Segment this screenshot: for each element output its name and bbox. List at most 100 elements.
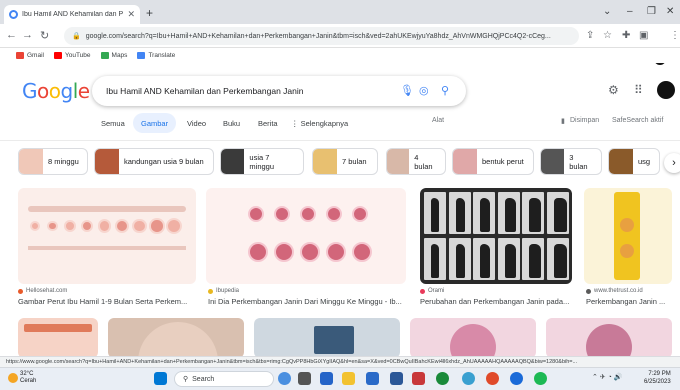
word-icon[interactable]	[390, 372, 403, 385]
store-icon[interactable]	[366, 372, 379, 385]
search-icon: ⚲	[183, 376, 189, 383]
tab-search-icon[interactable]: ⌄	[603, 6, 611, 17]
chip-3-bulan[interactable]: 3 bulan	[540, 148, 602, 175]
address-bar[interactable]: 🔒 google.com/search?q=Ibu+Hamil+AND+Keha…	[64, 27, 579, 45]
chip-usia-7-minggu[interactable]: usia 7 minggu	[220, 148, 304, 175]
result-image-7[interactable]	[254, 318, 400, 358]
result-source-3[interactable]: Orami	[420, 288, 444, 294]
tab-gambar[interactable]: Gambar	[133, 113, 177, 133]
task-view-icon[interactable]	[298, 372, 311, 385]
result-title-3[interactable]: Perubahan dan Perkembangan Janin pada...	[420, 297, 572, 306]
share-icon[interactable]: ⇪	[586, 30, 594, 41]
weather-sun-icon[interactable]	[8, 373, 18, 383]
file-explorer-icon[interactable]	[342, 372, 355, 385]
chip-4-bulan[interactable]: 4 bulan	[386, 148, 446, 175]
minimize-button[interactable]: –	[627, 6, 633, 17]
extensions-icon[interactable]: ✚	[622, 30, 630, 41]
weather-widget[interactable]: 32°C Cerah	[20, 371, 36, 385]
taskbar-clock[interactable]: 7:29 PM 6/25/2023	[644, 370, 671, 386]
tab-more[interactable]: ⋮ Selengkapnya	[283, 113, 356, 133]
chip-8-minggu[interactable]: 8 minggu	[18, 148, 88, 175]
result-image-1[interactable]	[18, 188, 196, 284]
result-source-4[interactable]: www.thetrust.co.id	[586, 288, 643, 294]
menu-kebab-icon[interactable]: ⋮	[670, 30, 680, 41]
result-image-3[interactable]	[420, 188, 572, 284]
result-image-9[interactable]	[546, 318, 672, 358]
result-title-4[interactable]: Perkembangan Janin ...	[586, 297, 676, 306]
search-icon[interactable]: ⚲	[441, 84, 449, 97]
result-title-1[interactable]: Gambar Perut Ibu Hamil 1-9 Bulan Serta P…	[18, 297, 196, 306]
result-image-2[interactable]	[206, 188, 406, 284]
bookmark-label: Gmail	[27, 52, 44, 59]
youtube-icon	[53, 52, 62, 59]
saved-link[interactable]: Disimpan	[570, 117, 599, 124]
chip-thumbnail	[609, 149, 633, 174]
bookmark-translate[interactable]: Translate	[137, 52, 175, 59]
maximize-button[interactable]: ❐	[647, 6, 656, 17]
chip-usg[interactable]: usg	[608, 148, 660, 175]
source-favicon-icon	[420, 288, 425, 294]
app-icon[interactable]	[412, 372, 425, 385]
result-source-2[interactable]: Ibupedia	[208, 288, 239, 294]
lens-icon[interactable]: ◎	[419, 84, 429, 97]
tab-berita[interactable]: Berita	[250, 113, 286, 133]
chip-thumbnail	[453, 149, 477, 174]
spotify-icon[interactable]	[534, 372, 547, 385]
result-title-2[interactable]: Ini Dia Perkembangan Janin Dari Minggu K…	[208, 297, 408, 306]
fetus-illustration	[64, 220, 76, 232]
avatar[interactable]	[657, 81, 675, 99]
back-icon[interactable]: ←	[6, 29, 17, 41]
result-source-1[interactable]: Hellosehat.com	[18, 288, 67, 294]
source-label: Hellosehat.com	[26, 288, 68, 294]
bookmark-maps[interactable]: Maps	[100, 52, 127, 59]
new-tab-button[interactable]: +	[146, 6, 153, 20]
bookmark-youtube[interactable]: YouTube	[53, 52, 91, 59]
windows-start-icon[interactable]	[154, 372, 167, 385]
fetus-illustration	[132, 218, 147, 234]
source-label: www.thetrust.co.id	[594, 288, 643, 294]
widgets-icon[interactable]	[278, 372, 291, 385]
edge-icon[interactable]	[436, 372, 449, 385]
taskbar-search[interactable]: ⚲ Search	[174, 371, 274, 387]
browser-tab[interactable]: Ibu Hamil AND Kehamilan dan P ✕	[4, 5, 140, 24]
gmail-icon	[16, 52, 24, 59]
app-icon[interactable]	[510, 372, 523, 385]
tab-close-icon[interactable]: ✕	[127, 9, 135, 20]
result-image-5[interactable]	[18, 318, 98, 358]
system-tray[interactable]: ⌃ ✈ ◔ 🔊	[592, 373, 623, 381]
apps-grid-icon[interactable]: ⠿	[634, 83, 643, 97]
maps-icon	[100, 52, 109, 59]
tab-video[interactable]: Video	[179, 113, 214, 133]
close-window-button[interactable]: ✕	[666, 6, 674, 17]
chip-kandungan-usia-9-bulan[interactable]: kandungan usia 9 bulan	[94, 148, 214, 175]
reload-icon[interactable]: ↻	[40, 29, 49, 42]
silhouette	[553, 198, 567, 232]
logo-letter: e	[77, 79, 90, 103]
source-favicon-icon	[208, 288, 213, 294]
fetus-illustration	[352, 206, 368, 222]
chat-icon[interactable]	[320, 372, 333, 385]
tab-semua[interactable]: Semua	[93, 113, 133, 133]
forward-icon[interactable]: →	[22, 29, 33, 41]
result-image-4[interactable]	[584, 188, 672, 284]
chrome-icon[interactable]	[486, 372, 499, 385]
tab-title: Ibu Hamil AND Kehamilan dan P	[22, 11, 124, 18]
saved-icon[interactable]: ▮	[561, 117, 565, 125]
tab-buku[interactable]: Buku	[215, 113, 248, 133]
bookmark-gmail[interactable]: Gmail	[16, 52, 44, 59]
app-icon[interactable]	[462, 372, 475, 385]
safesearch-link[interactable]: SafeSearch aktif	[612, 117, 663, 124]
bookmark-star-icon[interactable]: ☆	[603, 30, 612, 41]
settings-gear-icon[interactable]: ⚙	[608, 83, 619, 97]
bookmark-label: YouTube	[64, 52, 91, 59]
google-logo[interactable]: Google	[22, 79, 90, 103]
chevron-right-icon[interactable]: ›	[664, 153, 680, 173]
tools-button[interactable]: Alat	[432, 117, 444, 124]
microphone-icon[interactable]: 🎙	[400, 84, 414, 97]
result-image-6[interactable]	[108, 318, 244, 358]
chip-bentuk-perut[interactable]: bentuk perut	[452, 148, 534, 175]
result-image-8[interactable]	[410, 318, 536, 358]
silhouette	[504, 198, 516, 232]
sidepanel-icon[interactable]: ▣	[639, 30, 648, 41]
chip-7-bulan[interactable]: 7 bulan	[312, 148, 378, 175]
